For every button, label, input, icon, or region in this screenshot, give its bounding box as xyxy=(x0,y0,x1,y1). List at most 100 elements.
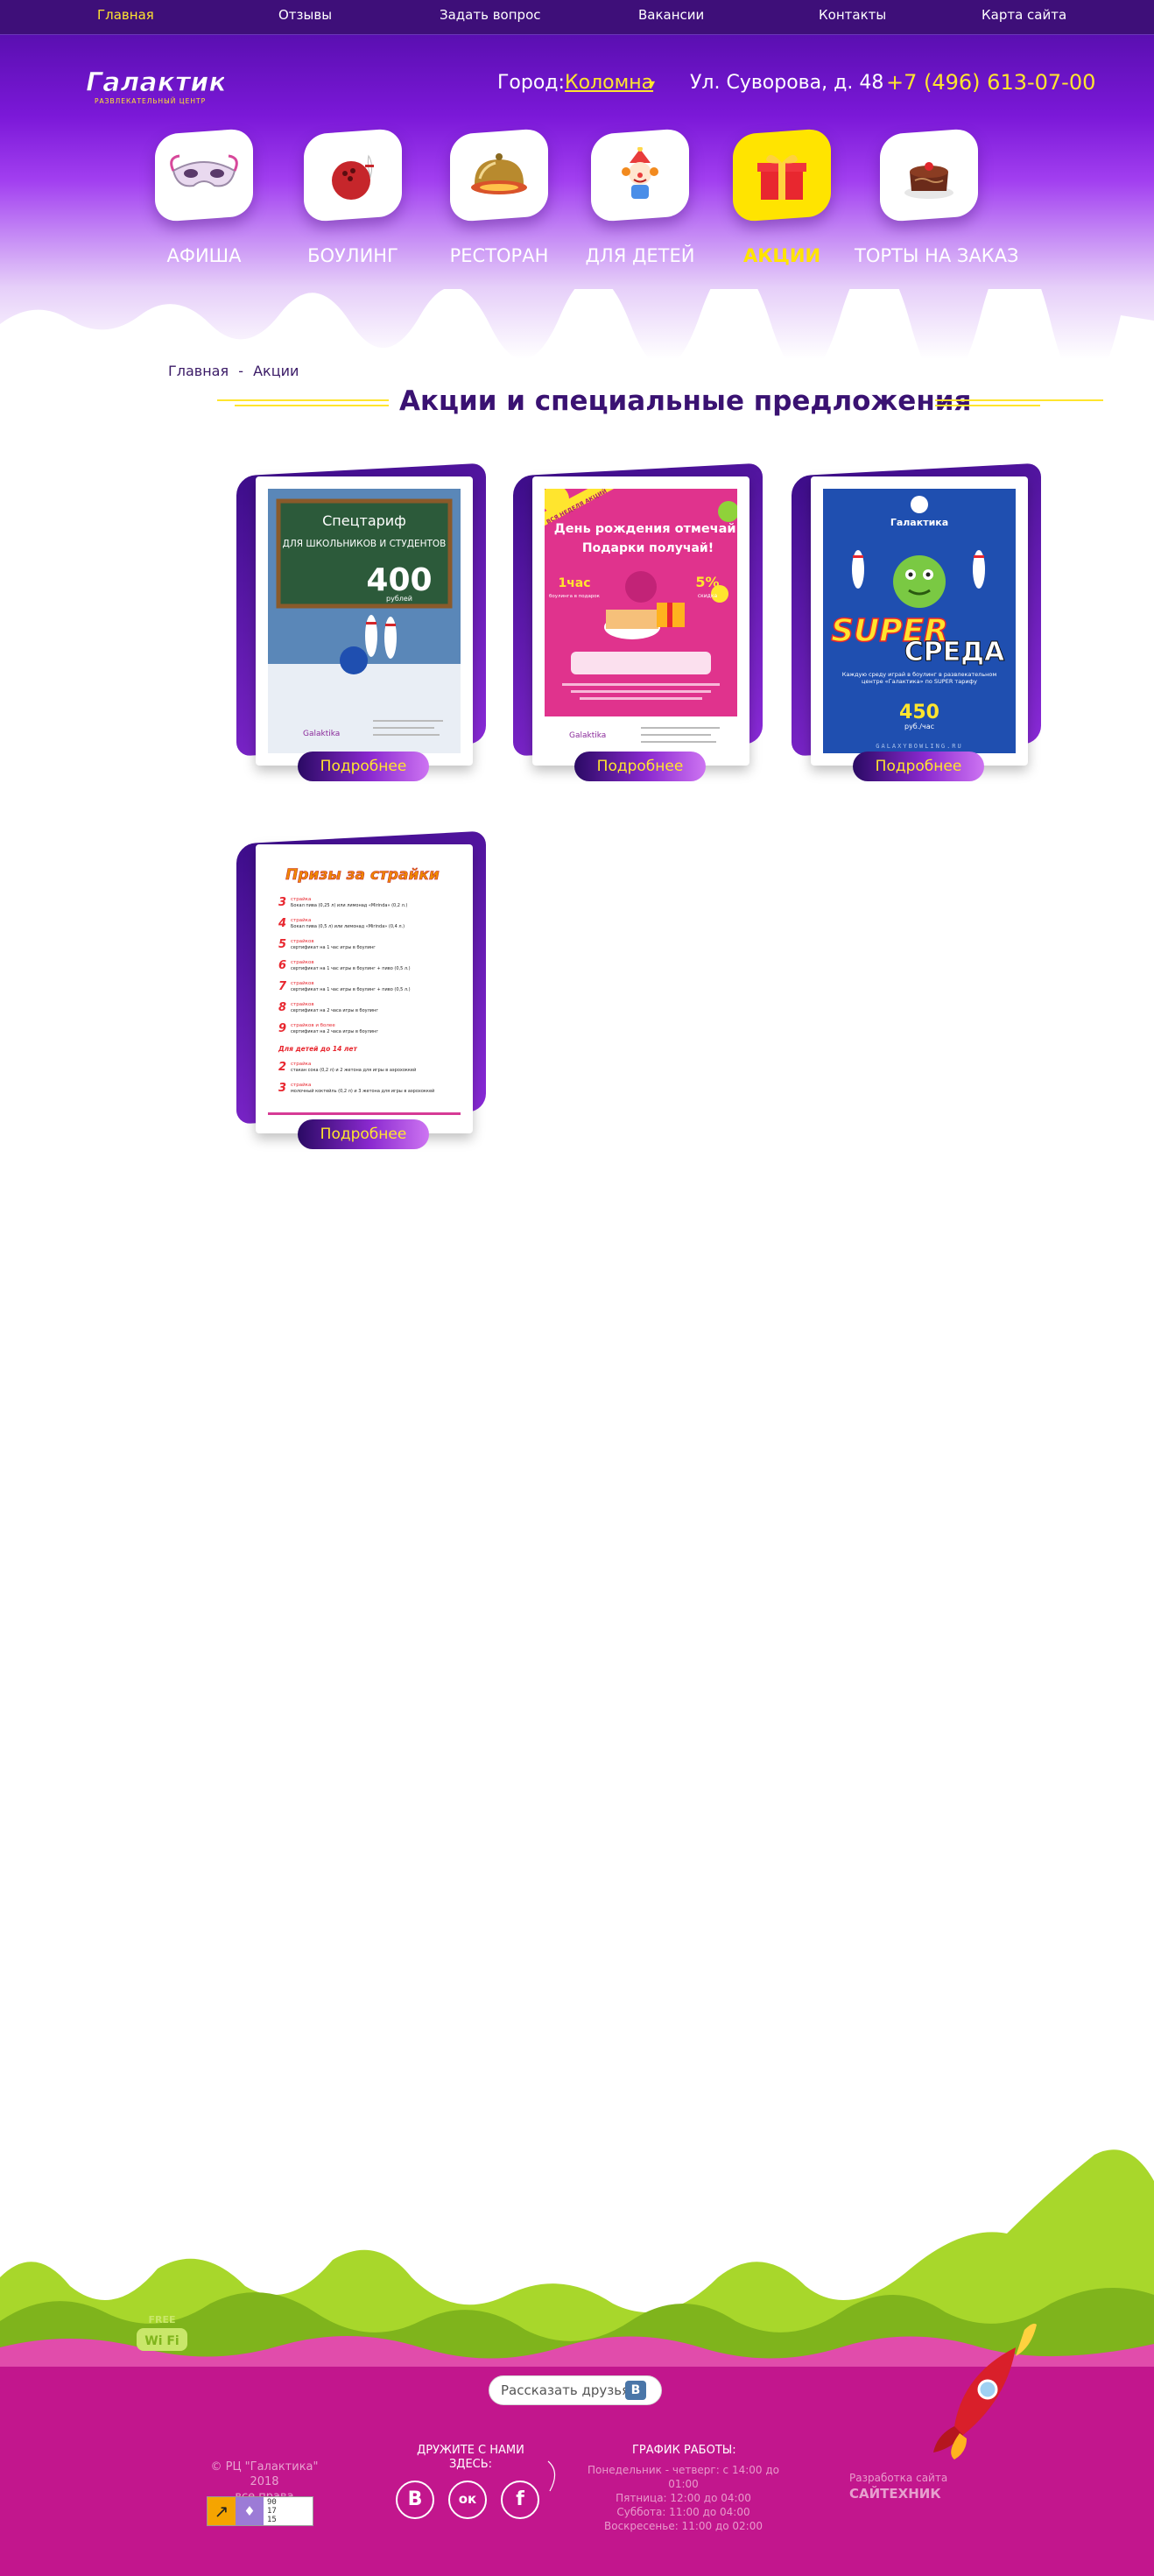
promo-card-super-wednesday[interactable]: Галактика SUPER СРЕДА Каждую среду играй… xyxy=(792,462,1045,785)
category-afisha[interactable]: АФИША xyxy=(130,128,278,266)
category-label: РЕСТОРАН xyxy=(449,245,549,266)
svg-text:сертификат на 2 часа игры в бо: сертификат на 2 часа игры в боулинг xyxy=(291,1008,378,1013)
facebook-icon[interactable]: f xyxy=(501,2481,539,2519)
category-promotions[interactable]: АКЦИИ xyxy=(707,128,856,266)
svg-text:страйка: страйка xyxy=(291,1082,311,1088)
more-button[interactable]: Подробнее xyxy=(298,752,429,781)
breadcrumb-home[interactable]: Главная xyxy=(168,363,229,379)
svg-text:4: 4 xyxy=(278,917,286,930)
svg-text:7: 7 xyxy=(278,980,287,993)
developer-link[interactable]: САЙТЕХНИК xyxy=(849,2486,941,2502)
promo-card-birthday[interactable]: ВСЯ НЕДЕЛЯ АКЦИЙ День рождения отмечай! … xyxy=(513,462,767,785)
svg-text:Wi Fi: Wi Fi xyxy=(144,2334,179,2348)
breadcrumb: Главная - Акции xyxy=(168,363,304,379)
poster-note: Каждую среду играй в боулинг в развлекат… xyxy=(841,671,997,685)
svg-text:2: 2 xyxy=(278,1061,286,1074)
promo-poster-super-wednesday[interactable]: Галактика SUPER СРЕДА Каждую среду играй… xyxy=(823,489,1016,753)
category-label: БОУЛИНГ xyxy=(307,245,398,266)
restaurant-cloche-icon xyxy=(471,153,527,194)
top-navigation: Главная Отзывы Задать вопрос Вакансии Ко… xyxy=(0,0,1154,35)
svg-text:страйков: страйков xyxy=(291,938,314,944)
title-line-right xyxy=(935,399,1103,401)
poster-headline: Спецтариф xyxy=(322,512,406,529)
top-nav-reviews[interactable]: Отзывы xyxy=(278,7,332,23)
svg-text:FREE: FREE xyxy=(148,2314,175,2325)
chevron-down-icon[interactable]: ▾ xyxy=(649,77,655,91)
category-label: АКЦИИ xyxy=(742,245,821,266)
rocket-icon xyxy=(933,2323,1037,2460)
poster-price: 450 xyxy=(899,702,939,723)
mask-icon xyxy=(170,154,238,187)
poster-headline: Призы за страйки xyxy=(285,866,440,884)
top-nav-contacts[interactable]: Контакты xyxy=(819,7,886,23)
top-nav-home[interactable]: Главная xyxy=(97,7,154,23)
promo-poster-birthday[interactable]: ВСЯ НЕДЕЛЯ АКЦИЙ День рождения отмечай! … xyxy=(545,489,737,753)
svg-text:3: 3 xyxy=(278,896,286,909)
svg-text:Галактика: Галактика xyxy=(86,67,224,98)
svg-text:Бокал пива (0,5 л) или лимонад: Бокал пива (0,5 л) или лимонад «Mirinda»… xyxy=(291,924,405,929)
hours-line: Воскресенье: 11:00 до 02:00 xyxy=(604,2520,763,2532)
city-select[interactable]: Коломна xyxy=(565,72,653,94)
page-title: Акции и специальные предложения xyxy=(399,385,972,417)
bowling-icon xyxy=(332,154,374,200)
arrow-icon: ↗ xyxy=(208,2497,236,2525)
logo-icon: Галактика РАЗВЛЕКАТЕЛЬНЫЙ ЦЕНТР xyxy=(86,67,245,106)
promo-card-students[interactable]: Спецтариф ДЛЯ ШКОЛЬНИКОВ И СТУДЕНТОВ 400… xyxy=(236,462,490,785)
share-label: Рассказать друзьям: xyxy=(501,2382,644,2398)
poster-brand: Galaktika xyxy=(569,731,606,740)
category-restaurant[interactable]: РЕСТОРАН xyxy=(425,128,573,266)
gift-icon xyxy=(757,154,806,200)
more-button[interactable]: Подробнее xyxy=(298,1119,429,1149)
vk-social-icon[interactable]: B xyxy=(396,2481,434,2519)
logo[interactable]: Галактика РАЗВЛЕКАТЕЛЬНЫЙ ЦЕНТР xyxy=(84,63,245,109)
svg-text:страйка: страйка xyxy=(291,896,311,902)
breadcrumb-current: Акции xyxy=(253,363,299,379)
developer-label: Разработка сайта xyxy=(849,2472,948,2484)
promo-poster-strike-prizes[interactable]: Призы за страйки 3 страйка Бокал пива (0… xyxy=(268,857,461,1121)
poster-headline: День рождения отмечай! xyxy=(554,522,737,536)
hours-title: ГРАФИК РАБОТЫ: xyxy=(632,2444,736,2457)
copyright-text: © РЦ "Галактика" 2018 xyxy=(210,2460,319,2488)
rocket-decoration xyxy=(928,2321,1042,2461)
city-label: Город: xyxy=(497,72,565,94)
poster-kids-title: Для детей до 14 лет xyxy=(278,1045,357,1053)
svg-text:сертификат на 2 часа игры в бо: сертификат на 2 часа игры в боулинг xyxy=(291,1029,378,1034)
poster-price-unit: руб./час xyxy=(904,723,934,730)
poster-left-badge-sub: боулинга в подарок xyxy=(549,594,601,599)
category-label: ДЛЯ ДЕТЕЙ xyxy=(585,245,695,266)
category-cakes[interactable]: ТОРТЫ НА ЗАКАЗ xyxy=(855,128,1018,266)
category-kids[interactable]: ДЛЯ ДЕТЕЙ xyxy=(566,128,714,266)
clown-icon xyxy=(622,147,658,199)
promo-card-strike-prizes[interactable]: Призы за страйки 3 страйка Бокал пива (0… xyxy=(236,830,490,1153)
svg-text:сертификат на 1 час игры в боу: сертификат на 1 час игры в боулинг xyxy=(291,945,376,950)
more-button[interactable]: Подробнее xyxy=(853,752,984,781)
poster-left-badge: 1час xyxy=(558,576,590,590)
odnoklassniki-icon[interactable]: ок xyxy=(448,2481,487,2519)
more-button[interactable]: Подробнее xyxy=(574,752,706,781)
poster-price-unit: рублей xyxy=(386,595,412,603)
poster-price: 400 xyxy=(366,562,432,598)
title-line-left-2 xyxy=(235,405,389,406)
vk-icon[interactable]: B xyxy=(625,2381,646,2400)
svg-text:сертификат на 1 час игры в боу: сертификат на 1 час игры в боулинг + пив… xyxy=(291,987,411,992)
top-nav-vacancies[interactable]: Вакансии xyxy=(638,7,704,23)
poster-right-badge: 5% xyxy=(695,574,719,590)
top-nav-ask-question[interactable]: Задать вопрос xyxy=(440,7,541,23)
poster-right-badge-sub: скидка xyxy=(698,593,718,599)
category-label: АФИША xyxy=(166,245,242,266)
phone-number[interactable]: +7 (496) 613-07-00 xyxy=(886,70,1095,95)
category-bowling[interactable]: БОУЛИНГ xyxy=(278,128,427,266)
cake-icon xyxy=(904,162,953,199)
svg-text:страйков: страйков xyxy=(291,1001,314,1007)
svg-text:страйков: страйков xyxy=(291,959,314,965)
visit-counter[interactable]: ↗ ♦ 90 17 15 xyxy=(207,2496,313,2526)
poster-brand: Галактика xyxy=(890,517,948,528)
wifi-badge: FREE Wi Fi xyxy=(135,2312,189,2356)
wifi-icon: FREE Wi Fi xyxy=(137,2314,187,2351)
page-title-block: Акции и специальные предложения xyxy=(217,385,1103,420)
poster-site: GALAXYBOWLING.RU xyxy=(876,743,962,750)
promo-poster-students[interactable]: Спецтариф ДЛЯ ШКОЛЬНИКОВ И СТУДЕНТОВ 400… xyxy=(268,489,461,753)
counter-value: 17 xyxy=(267,2507,277,2516)
svg-text:Бокал пива (0,25 л) или лимона: Бокал пива (0,25 л) или лимонад «Mirinda… xyxy=(291,903,407,908)
top-nav-sitemap[interactable]: Карта сайта xyxy=(982,7,1066,23)
